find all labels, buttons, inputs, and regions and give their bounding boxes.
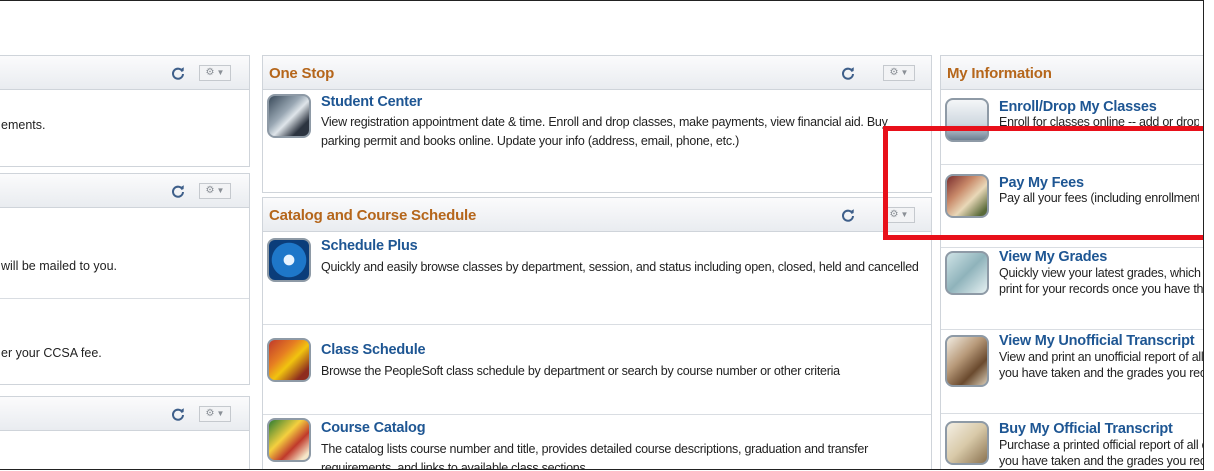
- grades-icon: [945, 251, 989, 295]
- schedule-plus-icon: [267, 238, 311, 282]
- list-item[interactable]: Buy My Official Transcript Purchase a pr…: [941, 413, 1203, 469]
- item-description: Quickly and easily browse classes by dep…: [321, 260, 919, 274]
- list-item[interactable]: Course Catalog The catalog lists course …: [263, 414, 931, 470]
- pagelet-header: ⚙ ▼: [0, 56, 249, 90]
- catalog-pagelet: Catalog and Course Schedule ⚙ ▼ Schedule …: [262, 197, 932, 470]
- item-description: Browse the PeopleSoft class schedule by …: [321, 364, 840, 378]
- gear-icon[interactable]: ⚙ ▼: [199, 406, 231, 422]
- refresh-icon[interactable]: [171, 66, 185, 80]
- left-row-text: ements.: [1, 118, 46, 132]
- transcript-icon: [945, 335, 989, 387]
- chevron-down-icon: ▼: [216, 409, 225, 418]
- pagelet-header: ⚙ ▼: [0, 397, 249, 431]
- gear-icon[interactable]: ⚙ ▼: [199, 65, 231, 81]
- left-row-text: will be mailed to you.: [1, 259, 118, 273]
- homepage-frame: ⚙ ▼ ements. ⚙ ▼ will be mailed to you. er …: [0, 0, 1204, 470]
- one-stop-pagelet: One Stop ⚙ ▼ Student Center View registra…: [262, 55, 932, 193]
- left-pagelet-3: ⚙ ▼: [0, 396, 250, 469]
- course-catalog-icon: [267, 418, 311, 462]
- item-description: Quickly view your latest grades, which y…: [999, 266, 1204, 296]
- item-description: Purchase a printed official report of al…: [999, 438, 1203, 468]
- left-pagelet-2: ⚙ ▼ will be mailed to you. er your CCSA f…: [0, 173, 250, 385]
- course-catalog-link[interactable]: Course Catalog: [321, 420, 426, 436]
- pagelet-header: ⚙ ▼: [0, 174, 249, 208]
- class-schedule-link[interactable]: Class Schedule: [321, 342, 426, 358]
- my-information-pagelet: My Information Enroll/Drop My Classes En…: [940, 55, 1204, 469]
- chevron-down-icon: ▼: [900, 68, 909, 77]
- pagelet-title: Catalog and Course Schedule: [269, 207, 477, 224]
- item-description: The catalog lists course number and titl…: [321, 442, 868, 470]
- gear-icon[interactable]: ⚙ ▼: [883, 65, 915, 81]
- refresh-icon[interactable]: [171, 407, 185, 421]
- enroll-drop-link[interactable]: Enroll/Drop My Classes: [999, 99, 1157, 115]
- list-item[interactable]: View My Unofficial Transcript View and p…: [941, 329, 1204, 414]
- official-transcript-icon: [945, 421, 989, 465]
- item-description: View and print an unofficial report of a…: [999, 350, 1204, 380]
- refresh-icon[interactable]: [841, 66, 855, 80]
- pagelet-title: One Stop: [269, 65, 335, 82]
- chevron-down-icon: ▼: [216, 68, 225, 77]
- schedule-plus-link[interactable]: Schedule Plus: [321, 238, 418, 254]
- view-unofficial-transcript-link[interactable]: View My Unofficial Transcript: [999, 333, 1195, 349]
- item-description: View registration appointment date & tim…: [321, 115, 888, 148]
- highlight-box: [883, 126, 1203, 240]
- view-grades-link[interactable]: View My Grades: [999, 249, 1107, 265]
- list-item[interactable]: Student Center View registration appoint…: [263, 90, 931, 192]
- list-item[interactable]: Schedule Plus Quickly and easily browse …: [263, 232, 931, 325]
- refresh-icon[interactable]: [171, 184, 185, 198]
- class-schedule-icon: [267, 338, 311, 382]
- left-row-text: er your CCSA fee.: [1, 346, 102, 360]
- pagelet-header: Catalog and Course Schedule ⚙ ▼: [263, 198, 931, 232]
- list-item[interactable]: Class Schedule Browse the PeopleSoft cla…: [263, 324, 931, 415]
- pagelet-header: One Stop ⚙ ▼: [263, 56, 931, 90]
- student-center-link[interactable]: Student Center: [321, 94, 422, 110]
- refresh-icon[interactable]: [841, 208, 855, 222]
- list-item[interactable]: View My Grades Quickly view your latest …: [941, 247, 1204, 330]
- buy-official-transcript-link[interactable]: Buy My Official Transcript: [999, 421, 1173, 437]
- gear-icon[interactable]: ⚙ ▼: [199, 183, 231, 199]
- left-pagelet-1: ⚙ ▼ ements.: [0, 55, 250, 167]
- pagelet-title: My Information: [947, 65, 1052, 82]
- student-center-icon: [267, 94, 311, 138]
- pagelet-header: My Information: [941, 56, 1203, 90]
- chevron-down-icon: ▼: [216, 186, 225, 195]
- divider: [0, 298, 249, 299]
